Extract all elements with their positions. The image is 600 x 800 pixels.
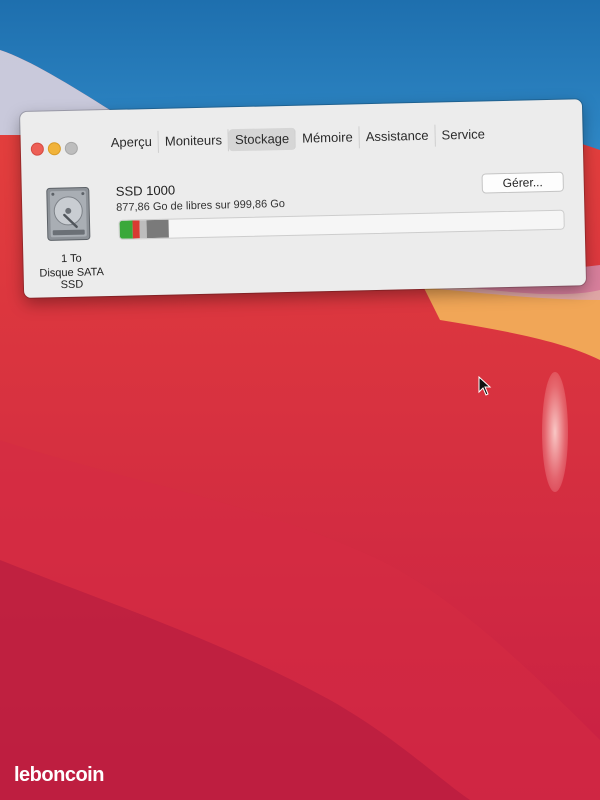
screen-glare xyxy=(542,372,568,492)
storage-panel: 1 To Disque SATA SSD SSD 1000 877,86 Go … xyxy=(21,151,586,298)
close-button[interactable] xyxy=(30,142,44,156)
tab-stockage[interactable]: Stockage xyxy=(228,127,297,152)
leboncoin-watermark: leboncoin xyxy=(14,764,104,786)
tab-bar: Aperçu Moniteurs Stockage Mémoire Assist… xyxy=(104,123,491,155)
tab-memoire[interactable]: Mémoire xyxy=(295,126,360,150)
tab-service[interactable]: Service xyxy=(435,123,491,146)
usage-segment-green[interactable] xyxy=(119,220,133,239)
manage-button[interactable]: Gérer... xyxy=(481,171,564,194)
about-this-mac-window[interactable]: Aperçu Moniteurs Stockage Mémoire Assist… xyxy=(20,99,587,298)
storage-usage-bar[interactable] xyxy=(118,209,565,240)
mouse-pointer-icon xyxy=(478,376,492,396)
usage-segment-dark-gray[interactable] xyxy=(146,219,169,239)
minimize-button[interactable] xyxy=(47,142,61,156)
tab-apercu[interactable]: Aperçu xyxy=(104,130,160,155)
volume-free-space: 877,86 Go de libres sur 999,86 Go xyxy=(116,198,286,214)
tab-assistance[interactable]: Assistance xyxy=(359,124,436,149)
drive-type-label: Disque SATA SSD xyxy=(39,266,104,292)
hard-drive-icon xyxy=(46,187,91,241)
zoom-button[interactable] xyxy=(64,141,78,155)
volume-name: SSD 1000 xyxy=(115,182,176,199)
drive-capacity-label: 1 To xyxy=(60,252,82,266)
tab-moniteurs[interactable]: Moniteurs xyxy=(158,129,230,153)
